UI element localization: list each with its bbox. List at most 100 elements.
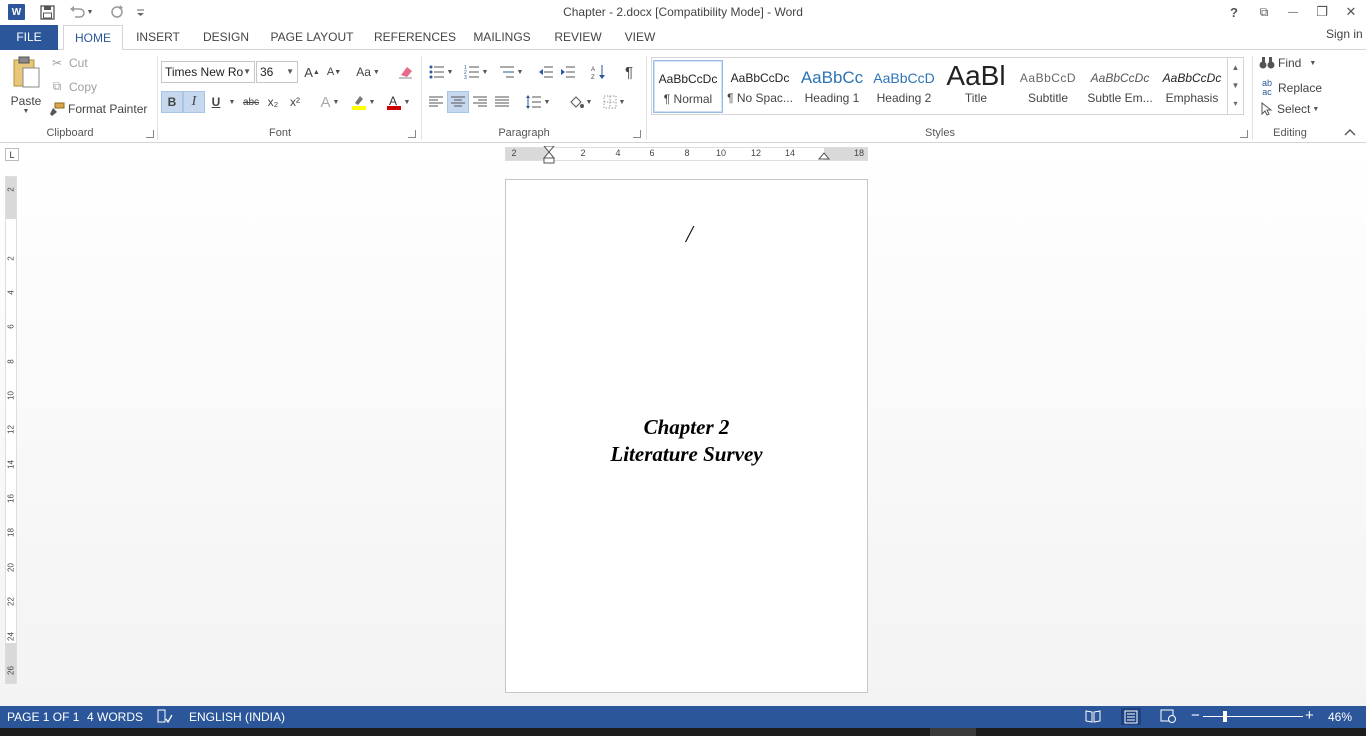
restore-button[interactable]: ❐ xyxy=(1311,2,1333,22)
style-heading-1[interactable]: AaBbCc Heading 1 xyxy=(797,60,867,113)
tab-design[interactable]: DESIGN xyxy=(200,25,252,50)
language-status[interactable]: ENGLISH (INDIA) xyxy=(189,710,285,724)
vertical-ruler[interactable]: 2 2 4 6 8 10 12 14 16 18 20 22 24 26 xyxy=(5,176,17,684)
page-count-status[interactable]: PAGE 1 OF 1 xyxy=(7,710,79,724)
increase-indent-icon[interactable] xyxy=(557,61,579,83)
style-normal[interactable]: AaBbCcDc ¶ Normal xyxy=(653,60,723,113)
close-button[interactable]: ✕ xyxy=(1340,2,1362,22)
font-color-icon[interactable]: A ▼ xyxy=(383,91,413,113)
chapter-subheading[interactable]: Literature Survey xyxy=(505,442,868,467)
font-family-combo[interactable]: Times New Ro ▼ xyxy=(161,61,255,83)
tab-references[interactable]: REFERENCES xyxy=(374,25,456,50)
superscript-button[interactable]: x² xyxy=(284,91,306,113)
borders-icon[interactable]: ▼ xyxy=(599,91,629,113)
select-button[interactable]: Select ▼ xyxy=(1259,102,1319,116)
bullets-icon[interactable]: ▼ xyxy=(426,61,456,83)
styles-dialog-launcher[interactable] xyxy=(1240,130,1248,138)
scroll-down-icon[interactable]: ▼ xyxy=(1228,76,1243,94)
style-title[interactable]: AaBl Title xyxy=(941,60,1011,113)
italic-button[interactable]: I xyxy=(183,91,205,113)
decrease-indent-icon[interactable] xyxy=(535,61,557,83)
zoom-slider-track[interactable] xyxy=(1203,716,1303,717)
underline-button[interactable]: U xyxy=(205,91,227,113)
zoom-out-button[interactable]: − xyxy=(1191,707,1200,724)
align-left-icon[interactable] xyxy=(425,91,447,113)
svg-text:Z: Z xyxy=(591,75,595,80)
ruler-number: 2 xyxy=(580,148,586,158)
replace-button[interactable]: ab ac Replace xyxy=(1259,79,1322,97)
style-emphasis[interactable]: AaBbCcDc Emphasis xyxy=(1157,60,1227,113)
tab-file[interactable]: FILE xyxy=(0,25,58,50)
gallery-more-icon[interactable]: ▾ xyxy=(1228,94,1243,112)
collapse-ribbon-icon[interactable] xyxy=(1344,126,1358,140)
web-layout-icon[interactable] xyxy=(1160,709,1176,726)
ruler-number: 2 xyxy=(6,256,16,261)
numbering-icon[interactable]: 1 2 3 ▼ xyxy=(461,61,491,83)
paragraph-dialog-launcher[interactable] xyxy=(633,130,641,138)
chapter-heading[interactable]: Chapter 2 xyxy=(505,415,868,440)
taskbar-active-app[interactable] xyxy=(930,728,976,736)
font-size-combo[interactable]: 36 ▼ xyxy=(256,61,298,83)
line-spacing-icon[interactable]: ▼ xyxy=(523,91,553,113)
grow-font-button[interactable]: A ▲ xyxy=(301,61,323,83)
text-effects-icon[interactable]: A ▼ xyxy=(315,91,345,113)
indent-marker-icon[interactable] xyxy=(543,146,555,164)
underline-dropdown[interactable]: ▼ xyxy=(226,91,236,113)
document-text-mark[interactable]: / xyxy=(686,222,693,249)
print-layout-icon[interactable] xyxy=(1121,708,1141,725)
strikethrough-button[interactable]: abc xyxy=(240,91,262,113)
replace-icon: ab ac xyxy=(1261,78,1272,97)
word-count-status[interactable]: 4 WORDS xyxy=(87,710,143,724)
zoom-in-button[interactable]: + xyxy=(1305,707,1314,724)
style-heading-2[interactable]: AaBbCcD Heading 2 xyxy=(869,60,939,113)
zoom-level[interactable]: 46% xyxy=(1328,710,1352,724)
ribbon-display-options-button[interactable]: ⧉ xyxy=(1253,2,1275,22)
bold-button[interactable]: B xyxy=(161,91,183,113)
scroll-up-icon[interactable]: ▲ xyxy=(1228,58,1243,76)
shading-icon[interactable]: ▼ xyxy=(565,91,595,113)
style-subtle-emphasis[interactable]: AaBbCcDc Subtle Em... xyxy=(1085,60,1155,113)
show-formatting-marks-button[interactable]: ¶ xyxy=(618,61,640,83)
tab-review[interactable]: REVIEW xyxy=(552,25,604,50)
multilevel-list-icon[interactable]: ▼ xyxy=(496,61,526,83)
svg-text:A: A xyxy=(591,67,595,73)
read-mode-icon[interactable] xyxy=(1085,709,1101,726)
help-button[interactable]: ? xyxy=(1223,2,1245,22)
tab-insert[interactable]: INSERT xyxy=(134,25,182,50)
editing-group-label: Editing xyxy=(1273,127,1307,139)
ruler-number: 2 xyxy=(6,187,16,192)
text-highlight-icon[interactable]: ▼ xyxy=(348,91,378,113)
proofing-icon[interactable] xyxy=(157,709,173,726)
tab-view[interactable]: VIEW xyxy=(622,25,658,50)
copy-button[interactable]: ⧉ Copy xyxy=(49,79,97,94)
horizontal-ruler[interactable]: 2 2 4 6 8 10 12 14 18 xyxy=(505,146,868,164)
right-indent-marker-icon[interactable] xyxy=(818,151,830,161)
tab-page-layout[interactable]: PAGE LAYOUT xyxy=(270,25,354,50)
find-button[interactable]: Find ▼ xyxy=(1259,56,1316,70)
clipboard-dialog-launcher[interactable] xyxy=(146,130,154,138)
tab-selector[interactable]: L xyxy=(5,148,19,161)
sign-in-link[interactable]: Sign in xyxy=(1326,27,1366,41)
align-center-icon[interactable] xyxy=(447,91,469,113)
tab-home[interactable]: HOME xyxy=(63,25,123,51)
subscript-button[interactable]: x₂ xyxy=(262,91,284,113)
zoom-slider-thumb[interactable] xyxy=(1223,711,1227,722)
group-divider xyxy=(1252,56,1253,140)
shrink-font-button[interactable]: A ▼ xyxy=(323,61,345,83)
status-bar: PAGE 1 OF 1 4 WORDS ENGLISH (INDIA) − + … xyxy=(0,706,1366,728)
title-bar: W ▼ Chapter - 2.docx [Compatibility Mode… xyxy=(0,0,1366,25)
align-right-icon[interactable] xyxy=(469,91,491,113)
style-no-spacing[interactable]: AaBbCcDc ¶ No Spac... xyxy=(725,60,795,113)
justify-icon[interactable] xyxy=(491,91,513,113)
cut-button[interactable]: ✂ Cut xyxy=(49,56,88,70)
ruler-number: 14 xyxy=(6,460,16,469)
tab-mailings[interactable]: MAILINGS xyxy=(470,25,534,50)
style-subtitle[interactable]: AaBbCcD Subtitle xyxy=(1013,60,1083,113)
sort-icon[interactable]: AZ xyxy=(588,61,610,83)
paste-button[interactable]: Paste ▼ xyxy=(8,56,44,118)
font-dialog-launcher[interactable] xyxy=(408,130,416,138)
minimize-button[interactable]: — xyxy=(1282,2,1304,22)
change-case-button[interactable]: Aa ▼ xyxy=(354,61,382,83)
clear-formatting-icon[interactable] xyxy=(395,61,417,83)
format-painter-button[interactable]: Format Painter xyxy=(49,102,147,116)
